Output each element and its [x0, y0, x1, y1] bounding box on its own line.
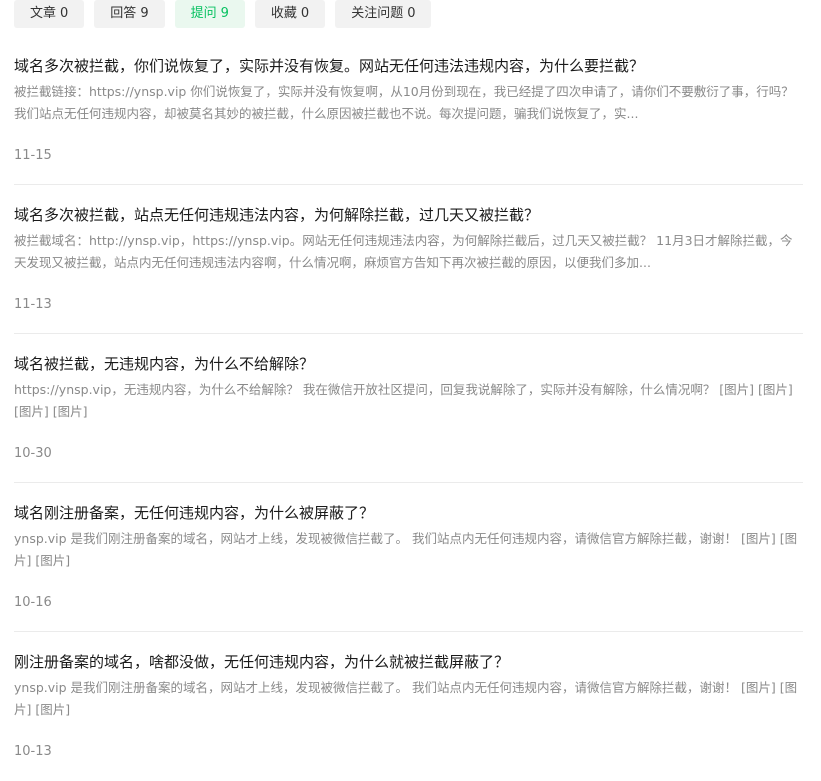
- question-summary: https://ynsp.vip，无违规内容，为什么不给解除？ 我在微信开放社区…: [14, 382, 793, 419]
- question-title[interactable]: 域名多次被拦截，站点无任何违规违法内容，为何解除拦截，过几天又被拦截？: [14, 204, 803, 226]
- tab-questions[interactable]: 提问 9: [174, 0, 245, 28]
- tab-favorites[interactable]: 收藏 0: [254, 0, 326, 28]
- question-date: 10-16: [14, 595, 52, 610]
- tab-label: 文章: [30, 6, 57, 21]
- question-date: 11-15: [14, 148, 52, 163]
- tab-label: 提问: [190, 6, 217, 21]
- list-item[interactable]: 域名多次被拦截，站点无任何违规违法内容，为何解除拦截，过几天又被拦截？ 被拦截域…: [14, 185, 803, 334]
- question-date: 11-13: [14, 297, 52, 312]
- question-summary: 被拦截域名：http://ynsp.vip，https://ynsp.vip。网…: [14, 233, 793, 270]
- tab-label: 关注问题: [351, 6, 404, 21]
- question-summary: 被拦截链接：https://ynsp.vip 你们说恢复了，实际并没有恢复啊，从…: [14, 84, 794, 121]
- question-summary: ynsp.vip 是我们刚注册备案的域名，网站才上线，发现被微信拦截了。 我们站…: [14, 531, 798, 568]
- tab-count: 0: [407, 6, 416, 21]
- question-date: 10-13: [14, 744, 52, 759]
- list-item[interactable]: 域名被拦截，无违规内容，为什么不给解除？ https://ynsp.vip，无违…: [14, 334, 803, 483]
- question-date: 10-30: [14, 446, 52, 461]
- list-item[interactable]: 域名多次被拦截，你们说恢复了，实际并没有恢复。网站无任何违法违规内容，为什么要拦…: [14, 36, 803, 185]
- question-title[interactable]: 刚注册备案的域名，啥都没做，无任何违规内容，为什么就被拦截屏蔽了？: [14, 651, 803, 673]
- tab-label: 回答: [110, 6, 137, 21]
- question-title[interactable]: 域名多次被拦截，你们说恢复了，实际并没有恢复。网站无任何违法违规内容，为什么要拦…: [14, 55, 803, 77]
- tab-count: 0: [60, 6, 69, 21]
- tab-answers[interactable]: 回答 9: [94, 0, 165, 28]
- profile-tabs: 文章 0 回答 9 提问 9 收藏 0 关注问题 0: [14, 0, 432, 28]
- tab-label: 收藏: [270, 6, 297, 21]
- tab-count: 0: [300, 6, 310, 21]
- question-title[interactable]: 域名被拦截，无违规内容，为什么不给解除？: [14, 353, 803, 375]
- question-summary: ynsp.vip 是我们刚注册备案的域名，网站才上线，发现被微信拦截了。 我们站…: [14, 680, 798, 717]
- question-list: 域名多次被拦截，你们说恢复了，实际并没有恢复。网站无任何违法违规内容，为什么要拦…: [14, 36, 803, 781]
- tab-followed-questions[interactable]: 关注问题 0: [335, 0, 432, 28]
- tab-count: 9: [220, 6, 229, 21]
- list-item[interactable]: 域名刚注册备案，无任何违规内容，为什么被屏蔽了？ ynsp.vip 是我们刚注册…: [14, 483, 803, 632]
- list-item[interactable]: 刚注册备案的域名，啥都没做，无任何违规内容，为什么就被拦截屏蔽了？ ynsp.v…: [14, 632, 803, 781]
- tab-articles[interactable]: 文章 0: [14, 0, 85, 28]
- tab-count: 9: [140, 6, 149, 21]
- question-title[interactable]: 域名刚注册备案，无任何违规内容，为什么被屏蔽了？: [14, 502, 803, 524]
